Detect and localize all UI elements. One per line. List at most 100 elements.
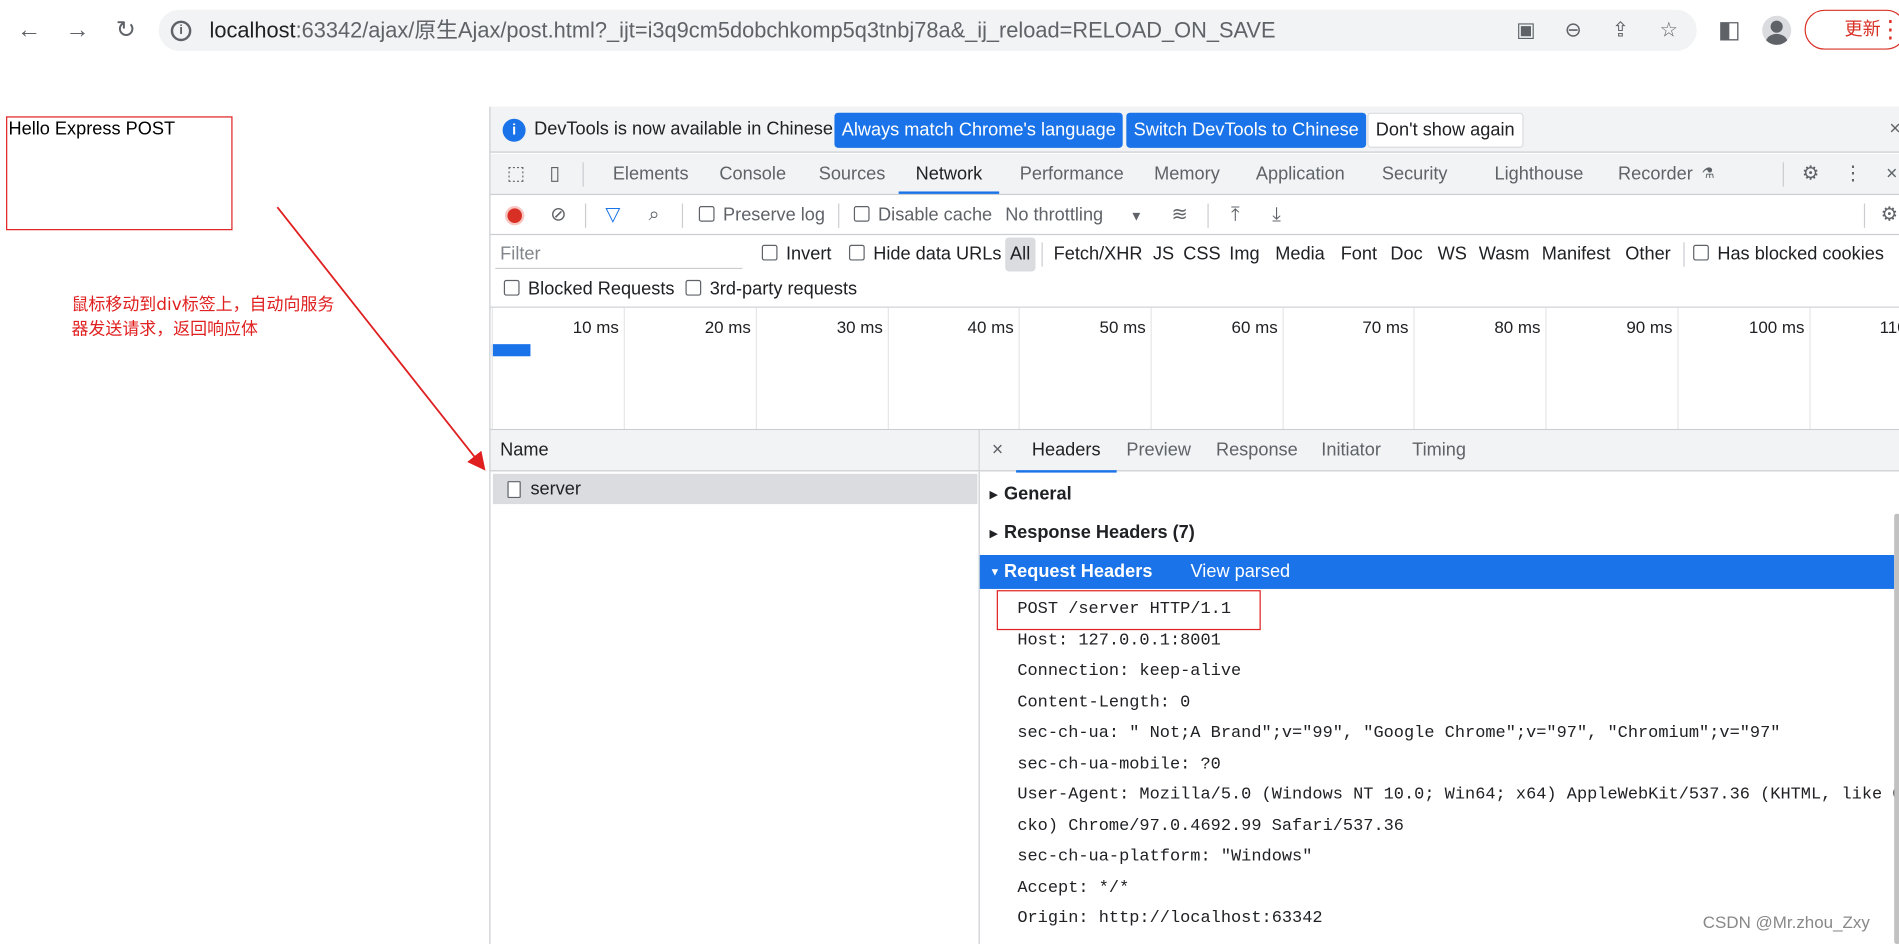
- device-toggle-icon[interactable]: ▯: [541, 161, 568, 188]
- tab-performance[interactable]: Performance: [1020, 154, 1124, 194]
- tab-application[interactable]: Application: [1256, 154, 1345, 194]
- has-blocked-cookies-label: Has blocked cookies: [1717, 243, 1884, 265]
- filter-type-font[interactable]: Font: [1341, 238, 1377, 272]
- switch-chinese-button[interactable]: Switch DevTools to Chinese: [1126, 112, 1367, 148]
- filter-type-css[interactable]: CSS: [1183, 238, 1220, 272]
- divider: [1207, 203, 1209, 228]
- close-icon[interactable]: ×: [1889, 107, 1899, 153]
- filter-input[interactable]: Filter: [495, 239, 743, 270]
- filter-icon[interactable]: ▽: [599, 202, 626, 229]
- filter-type-manifest[interactable]: Manifest: [1542, 238, 1611, 272]
- tab-response[interactable]: Response: [1216, 430, 1298, 470]
- inspect-icon[interactable]: ⬚: [503, 161, 530, 188]
- tab-headers[interactable]: Headers: [1016, 430, 1117, 473]
- flask-icon: ⚗: [1701, 164, 1715, 182]
- network-settings-icon[interactable]: ⚙: [1876, 202, 1899, 229]
- hide-data-urls-checkbox[interactable]: Hide data URLs: [848, 238, 1002, 272]
- filter-type-other[interactable]: Other: [1625, 238, 1670, 272]
- header-line: User-Agent: Mozilla/5.0 (Windows NT 10.0…: [1017, 785, 1899, 805]
- header-line: POST /server HTTP/1.1: [1017, 599, 1232, 620]
- settings-icon[interactable]: ⚙: [1797, 161, 1824, 188]
- tab-network[interactable]: Network: [898, 154, 1000, 194]
- close-devtools-icon[interactable]: ×: [1878, 161, 1899, 188]
- language-infobar: i DevTools is now available in Chinese! …: [490, 106, 1899, 153]
- throttling-select[interactable]: No throttling ▼: [1005, 195, 1143, 237]
- info-icon: i: [502, 118, 526, 142]
- timeline-tick: 60 ms: [1150, 307, 1283, 429]
- header-line: Content-Length: 0: [1017, 693, 1191, 713]
- tab-sources[interactable]: Sources: [819, 154, 886, 194]
- third-party-checkbox[interactable]: 3rd-party requests: [685, 273, 857, 307]
- checkbox-box: [761, 244, 778, 261]
- blocked-requests-checkbox[interactable]: Blocked Requests: [503, 273, 675, 307]
- filter-type-all[interactable]: All: [1005, 237, 1036, 272]
- invert-label: Invert: [786, 243, 832, 265]
- collapse-triangle-icon: ▼: [989, 565, 1001, 579]
- general-section-header[interactable]: ▶ General: [980, 477, 1894, 511]
- infobar-message: DevTools is now available in Chinese!: [534, 118, 839, 140]
- timeline-tick: 110: [1809, 307, 1899, 429]
- checkbox-box: [848, 244, 865, 261]
- header-line: Connection: keep-alive: [1017, 661, 1242, 682]
- divider: [838, 203, 840, 228]
- blocked-requests-label: Blocked Requests: [528, 278, 675, 300]
- timeline-tick: 50 ms: [1018, 307, 1151, 429]
- details-tabs: × Headers Preview Response Initiator Tim…: [979, 430, 1899, 473]
- request-details: × Headers Preview Response Initiator Tim…: [979, 430, 1899, 944]
- invert-checkbox[interactable]: Invert: [761, 238, 832, 272]
- response-headers-section-header[interactable]: ▶ Response Headers (7): [980, 516, 1894, 550]
- has-blocked-cookies-checkbox[interactable]: Has blocked cookies: [1693, 238, 1884, 272]
- export-icon[interactable]: ⤓: [1263, 202, 1290, 229]
- tab-memory[interactable]: Memory: [1154, 154, 1220, 194]
- tab-elements[interactable]: Elements: [613, 154, 689, 194]
- tab-preview[interactable]: Preview: [1126, 430, 1191, 470]
- filter-type-doc[interactable]: Doc: [1390, 238, 1422, 272]
- divider: [681, 203, 684, 228]
- divider: [584, 203, 587, 228]
- more-icon[interactable]: ⋮: [1840, 161, 1867, 188]
- filter-type-wasm[interactable]: Wasm: [1479, 238, 1530, 272]
- disable-cache-checkbox[interactable]: Disable cache: [853, 195, 992, 235]
- divider: [1863, 203, 1866, 228]
- checkbox-box: [685, 279, 702, 296]
- request-headers-section-header[interactable]: ▼ Request Headers View parsed: [979, 555, 1895, 589]
- search-icon[interactable]: ⌕: [641, 202, 668, 229]
- tab-recorder[interactable]: Recorder: [1618, 154, 1693, 194]
- hide-data-urls-label: Hide data URLs: [873, 243, 1002, 265]
- filter-type-js[interactable]: JS: [1153, 238, 1174, 272]
- name-column-header[interactable]: Name: [490, 430, 979, 472]
- tab-security[interactable]: Security: [1382, 154, 1448, 194]
- tab-initiator[interactable]: Initiator: [1321, 430, 1381, 470]
- filter-type-media[interactable]: Media: [1275, 238, 1324, 272]
- record-icon[interactable]: [505, 206, 525, 226]
- filter-type-ws[interactable]: WS: [1438, 238, 1467, 272]
- import-icon[interactable]: ⤒: [1222, 202, 1249, 229]
- header-line: sec-ch-ua-mobile: ?0: [1017, 754, 1221, 775]
- throttling-value: No throttling: [1005, 204, 1104, 226]
- timeline-tick: 30 ms: [755, 307, 888, 429]
- preserve-log-checkbox[interactable]: Preserve log: [698, 195, 825, 235]
- close-details-icon[interactable]: ×: [992, 430, 1003, 471]
- header-line: Accept: */*: [1017, 878, 1130, 898]
- dont-show-again-button[interactable]: Don't show again: [1367, 112, 1524, 148]
- filter-type-img[interactable]: Img: [1229, 238, 1259, 272]
- checkbox-box: [1693, 244, 1709, 261]
- general-label: General: [1004, 483, 1072, 505]
- match-language-button[interactable]: Always match Chrome's language: [834, 112, 1124, 148]
- tab-timing[interactable]: Timing: [1412, 430, 1466, 470]
- tab-console[interactable]: Console: [719, 154, 786, 194]
- header-line: sec-ch-ua: " Not;A Brand";v="99", "Googl…: [1017, 723, 1781, 743]
- tab-lighthouse[interactable]: Lighthouse: [1494, 154, 1583, 194]
- network-toolbar: ⊘ ▽ ⌕ Preserve log Disable cache No thro…: [490, 195, 1899, 237]
- request-row[interactable]: server: [492, 473, 978, 505]
- network-overview-timeline[interactable]: 10 ms 20 ms 30 ms 40 ms 50 ms 60 ms 70 m…: [490, 307, 1899, 431]
- network-conditions-icon[interactable]: ≋: [1166, 202, 1193, 229]
- timeline-tick: 40 ms: [887, 307, 1019, 429]
- details-scrollbar[interactable]: [1894, 513, 1899, 944]
- document-icon: [507, 481, 521, 499]
- devtools-tabs: ⬚ ▯ Elements Console Sources Network Per…: [490, 153, 1899, 196]
- filter-type-fetch-xhr[interactable]: Fetch/XHR: [1054, 238, 1143, 272]
- view-parsed-link[interactable]: View parsed: [1191, 555, 1291, 589]
- clear-icon[interactable]: ⊘: [545, 202, 572, 229]
- timeline-tick: 80 ms: [1413, 307, 1545, 429]
